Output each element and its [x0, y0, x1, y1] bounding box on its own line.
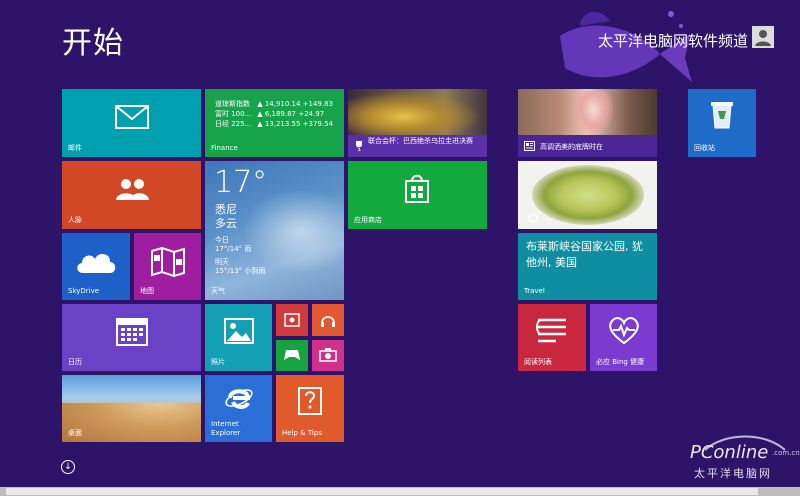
finance-row: 道琼斯指数 ▲ 14,910.14 +149.83: [215, 99, 333, 109]
tile-skydrive-label: SkyDrive: [68, 287, 100, 295]
news-icon: [524, 141, 535, 151]
camera-icon: [319, 348, 337, 362]
watermark-brand: PConline: [690, 442, 769, 463]
finance-row: 富时 100... ▲ 6,189.87 +24.97: [215, 109, 333, 119]
tile-people[interactable]: 人脉: [62, 161, 201, 229]
tile-travel[interactable]: 布莱斯峡谷国家公园, 犹他州, 美国 Travel: [518, 233, 657, 300]
tile-people-label: 人脉: [68, 216, 82, 224]
tile-calendar-label: 日历: [68, 358, 82, 366]
tile-photos-label: 照片: [211, 358, 225, 366]
tile-reading-list[interactable]: 阅读列表: [518, 304, 586, 371]
finance-index-name: 道琼斯指数: [215, 100, 250, 108]
all-apps-down-arrow-icon[interactable]: ↓: [61, 460, 75, 474]
tile-weather[interactable]: 17° 悉尼 多云 今日 17°/14° 雨 明天 15°/13° 小到雨 天气: [205, 161, 344, 300]
tile-games[interactable]: [276, 340, 308, 371]
tile-internet-explorer[interactable]: Internet Explorer: [205, 375, 272, 442]
tile-mail[interactable]: 邮件: [62, 89, 201, 157]
tile-finance[interactable]: 道琼斯指数 ▲ 14,910.14 +149.83 富时 100... ▲ 6,…: [205, 89, 344, 157]
tile-photos[interactable]: 照片: [205, 304, 272, 371]
cloud-icon: [77, 253, 116, 273]
tile-ie-label: Internet Explorer: [211, 420, 241, 437]
weather-tomorrow: 15°/13° 小到雨: [215, 267, 266, 275]
tile-travel-label: Travel: [524, 287, 545, 295]
start-screen-title: 开始: [62, 26, 124, 61]
tile-food[interactable]: [518, 161, 657, 229]
tile-skydrive[interactable]: SkyDrive: [62, 233, 130, 300]
travel-headline: 布莱斯峡谷国家公园, 犹他州, 美国: [526, 240, 643, 269]
tile-news[interactable]: 高调洒美的底牌时在: [518, 89, 657, 157]
weather-temperature: 17°: [214, 165, 268, 200]
sports-news-headline: 联合会杯：巴西绝杀乌拉圭进决赛: [368, 137, 473, 145]
game-controller-icon: [284, 350, 300, 360]
finance-index-value: ▲ 6,189.87 +24.97: [257, 110, 325, 118]
help-book-icon: [298, 387, 322, 415]
desktop-dunes: [62, 403, 201, 442]
photo-icon: [224, 318, 254, 344]
tile-calendar[interactable]: 日历: [62, 304, 201, 371]
sports-photo: [348, 89, 487, 135]
trophy-icon: [356, 141, 362, 151]
user-avatar[interactable]: [752, 26, 774, 48]
weather-condition: 多云: [215, 217, 237, 230]
watermark-sub: 太平洋电脑网: [694, 467, 772, 480]
health-heart-icon: [609, 317, 639, 344]
weather-today: 17°/14° 雨: [215, 245, 252, 253]
tile-video[interactable]: [276, 304, 308, 336]
tile-weather-label: 天气: [211, 287, 225, 295]
map-icon: [151, 247, 185, 277]
finance-index-value: ▲ 14,910.14 +149.83: [257, 100, 334, 108]
tile-recycle-bin[interactable]: 回收站: [688, 89, 756, 157]
people-icon: [116, 179, 149, 200]
store-bag-icon: [405, 174, 429, 203]
tile-help-label: Help & Tips: [282, 429, 322, 437]
watermark-domain: .com.cn: [772, 449, 800, 457]
tile-health-label: 必应 Bing 健康: [596, 358, 645, 366]
tile-help-tips[interactable]: Help & Tips: [276, 375, 344, 442]
user-name[interactable]: 太平洋电脑网软件频道: [598, 30, 750, 51]
finance-index-value: ▲ 13,213.55 +379.54: [257, 120, 334, 128]
news-photo: [573, 91, 613, 137]
reading-list-icon: [536, 318, 566, 343]
user-avatar-icon: [755, 30, 771, 46]
food-icon: [528, 213, 538, 223]
tile-desktop[interactable]: 桌面: [62, 375, 201, 442]
internet-explorer-icon: [225, 389, 253, 409]
food-pasta: [532, 165, 644, 225]
tile-music[interactable]: [312, 304, 344, 336]
weather-cloud-layer: [245, 191, 344, 271]
finance-index-name: 富时 100...: [215, 110, 252, 118]
video-icon: [284, 313, 300, 327]
news-bar: 高调洒美的底牌时在: [518, 135, 657, 157]
tile-maps[interactable]: 地图: [134, 233, 201, 300]
tile-camera[interactable]: [312, 340, 344, 371]
tile-health[interactable]: 必应 Bing 健康: [590, 304, 657, 371]
tile-sports[interactable]: 联合会杯：巴西绝杀乌拉圭进决赛: [348, 89, 487, 157]
watermark: PConline .com.cn 太平洋电脑网: [690, 432, 800, 482]
tile-store-label: 应用商店: [354, 216, 382, 224]
tile-finance-label: Finance: [211, 144, 238, 152]
tile-reading-list-label: 阅读列表: [524, 358, 552, 366]
sports-news-bar: 联合会杯：巴西绝杀乌拉圭进决赛: [348, 135, 487, 157]
tile-maps-label: 地图: [140, 287, 154, 295]
tile-desktop-label: 桌面: [68, 429, 82, 437]
recycle-bin-icon: [711, 102, 733, 129]
mail-icon: [115, 105, 149, 129]
news-headline: 高调洒美的底牌时在: [540, 143, 603, 151]
tile-mail-label: 邮件: [68, 144, 82, 152]
scrollbar-thumb[interactable]: [6, 488, 758, 495]
finance-row: 日经 225... ▲ 13,213.55 +379.54: [215, 119, 333, 129]
finance-index-name: 日经 225...: [215, 120, 252, 128]
tile-recycle-label: 回收站: [694, 144, 715, 152]
headphones-icon: [321, 316, 335, 327]
calendar-icon: [116, 318, 148, 346]
tile-store[interactable]: 应用商店: [348, 161, 487, 229]
